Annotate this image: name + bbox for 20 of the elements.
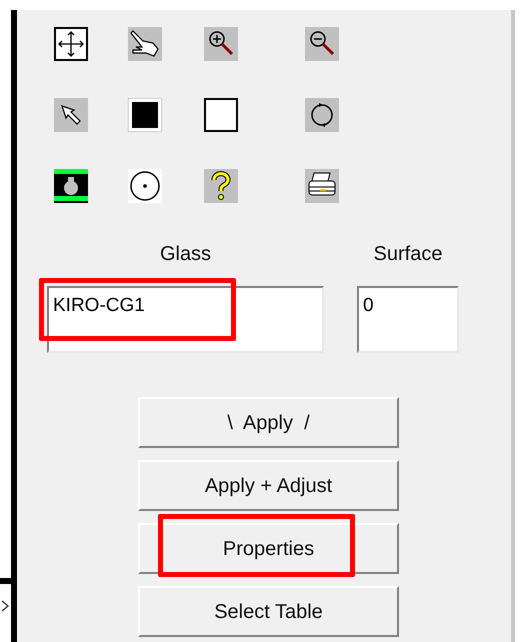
zoom-out-icon[interactable]: [305, 27, 339, 61]
rotate-icon[interactable]: [305, 98, 339, 132]
expand-arrows-icon[interactable]: [54, 27, 88, 61]
action-button[interactable]: \ Apply /: [138, 397, 399, 448]
printer-icon[interactable]: [305, 169, 339, 203]
chevron-icon: [1, 600, 9, 612]
target-icon[interactable]: [128, 169, 162, 203]
field-label: Glass: [160, 242, 212, 266]
window-edge: [0, 578, 11, 584]
action-button[interactable]: Apply + Adjust: [138, 460, 399, 511]
hand-icon[interactable]: [128, 27, 162, 61]
zoom-in-icon[interactable]: [204, 27, 238, 61]
empty-square-icon[interactable]: [204, 98, 238, 132]
help-icon[interactable]: [204, 169, 238, 203]
camera-icon[interactable]: [54, 169, 88, 203]
action-button[interactable]: Select Table: [138, 586, 399, 637]
text-field[interactable]: 0: [357, 286, 459, 353]
text-field[interactable]: KIRO-CG1: [47, 286, 324, 353]
field-label: Surface: [374, 242, 442, 266]
action-button[interactable]: Properties: [138, 523, 399, 574]
